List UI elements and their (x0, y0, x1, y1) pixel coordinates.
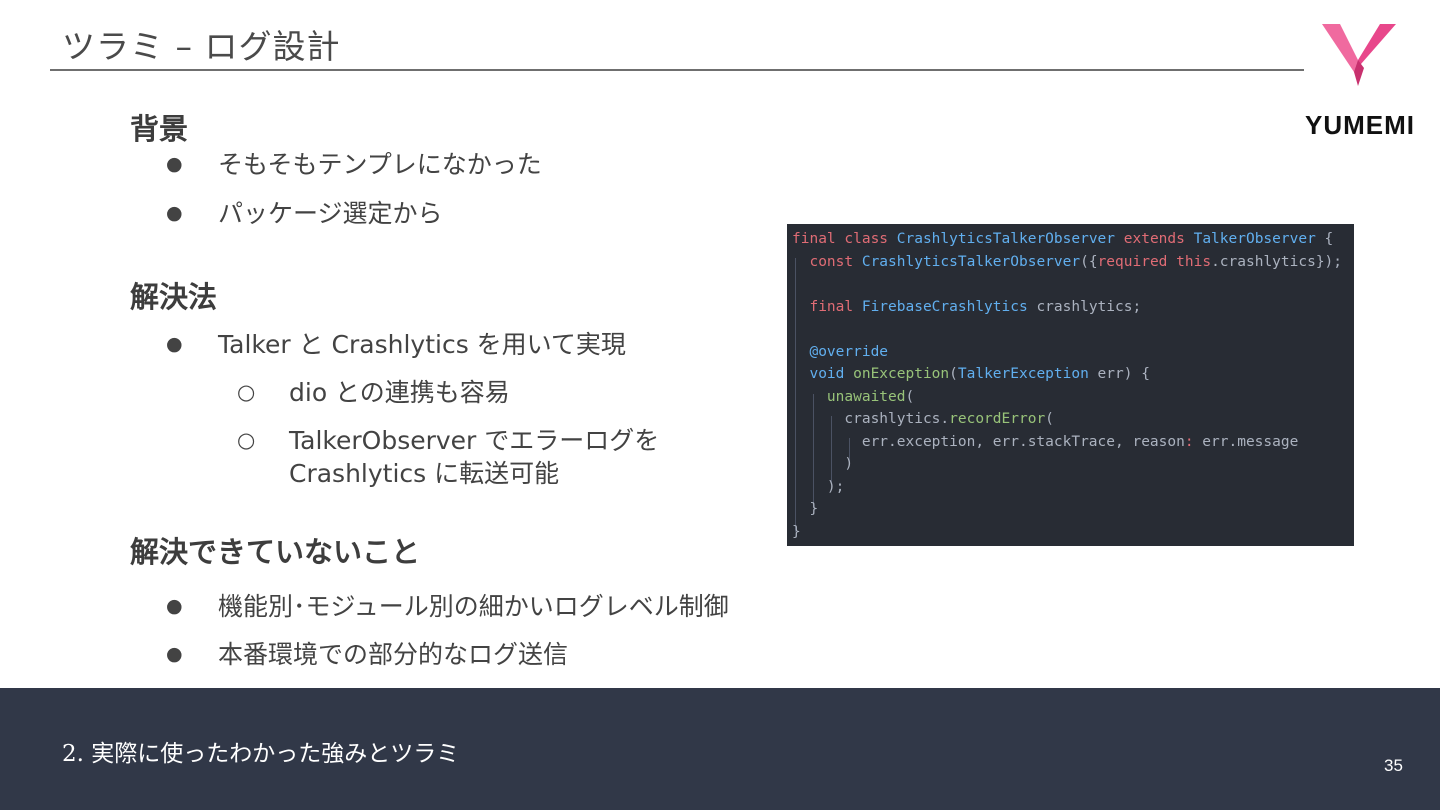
bullet-circle-icon: ○ (237, 428, 256, 452)
list-item-text: 本番環境での部分的なログ送信 (218, 640, 569, 669)
code-token: TalkerException (957, 366, 1089, 382)
code-token: err.exception, err.stackTrace, reason (792, 433, 1185, 450)
slide-title: ツラミ – ログ設計 (62, 27, 341, 66)
code-token: crashlytics. (792, 411, 950, 427)
list-item-text: パッケージ選定から (218, 199, 443, 228)
code-line: ) (792, 454, 853, 474)
code-token: CrashlyticsTalkerObserver (861, 253, 1081, 270)
code-line: } (792, 522, 801, 542)
code-token: required this (1097, 253, 1212, 270)
code-line: crashlytics.recordError( (792, 409, 1054, 429)
code-token: ) (792, 456, 854, 472)
footer-chapter-title: 2. 実際に使ったわかった強みとツラミ (62, 741, 460, 767)
code-token: err) { (1088, 366, 1150, 382)
footer-bar: 2. 実際に使ったわかった強みとツラミ 35 (0, 688, 1440, 810)
code-token: CrashlyticsTalkerObserver (896, 231, 1124, 247)
code-token: ( (949, 366, 958, 382)
code-token: @override (792, 343, 889, 360)
code-line: const CrashlyticsTalkerObserver({require… (792, 252, 1342, 272)
code-line: void onException(TalkerException err) { (792, 364, 1150, 384)
code-screenshot: final class CrashlyticsTalkerObserver ex… (787, 224, 1354, 546)
sub-list-item-text: TalkerObserver でエラーログを (289, 426, 660, 455)
list-item-text: そもそもテンプレになかった (218, 150, 542, 179)
code-token: onException (853, 366, 950, 382)
sub-list-item-text: Crashlytics に転送可能 (289, 459, 560, 488)
code-line: err.exception, err.stackTrace, reason: e… (792, 432, 1299, 452)
code-token: ( (905, 388, 915, 405)
code-token: } (792, 523, 801, 540)
code-token: ( (1045, 411, 1054, 427)
list-item-text: 機能別･モジュール別の細かいログレベル制御 (218, 592, 729, 621)
sub-list-item-text: dio との連携も容易 (289, 378, 510, 407)
section-heading-unsolved: 解決できていないこと (130, 535, 421, 569)
code-token: TalkerObserver (1193, 231, 1316, 247)
code-token: final class (792, 231, 897, 247)
page-number: 35 (1384, 756, 1403, 775)
code-line: ); (792, 477, 844, 497)
code-line: final FirebaseCrashlytics crashlytics; (792, 297, 1141, 317)
code-token: unawaited (792, 388, 906, 405)
code-token: FirebaseCrashlytics (861, 298, 1028, 315)
yumemi-logo: YUMEMI (1288, 20, 1428, 138)
code-token: : (1184, 433, 1194, 450)
yumemi-mark-icon (1322, 24, 1396, 86)
title-divider (50, 69, 1304, 71)
code-token: extends (1123, 231, 1194, 247)
bullet-dot-icon: ● (166, 333, 183, 355)
code-token: } (792, 501, 819, 517)
code-line: } (792, 499, 818, 519)
bullet-dot-icon: ● (166, 202, 183, 224)
code-token: { (1315, 231, 1334, 247)
code-token: ); (792, 478, 845, 495)
bullet-dot-icon: ● (166, 643, 183, 665)
list-item-text: Talker と Crashlytics を用いて実現 (218, 330, 626, 359)
code-token: recordError (949, 411, 1046, 427)
code-token: crashlytics; (1027, 298, 1142, 315)
code-token: err.message (1193, 433, 1299, 450)
code-line: @override (792, 342, 888, 362)
section-heading-solution: 解決法 (130, 280, 218, 314)
bullet-dot-icon: ● (166, 153, 183, 175)
code-token: final (792, 298, 862, 315)
code-line: final class CrashlyticsTalkerObserver ex… (792, 229, 1333, 249)
section-heading-background: 背景 (130, 112, 189, 146)
bullet-circle-icon: ○ (237, 380, 256, 404)
code-token: void (792, 366, 854, 382)
bullet-dot-icon: ● (166, 595, 183, 617)
logo-wordmark: YUMEMI (1305, 110, 1415, 140)
code-token: ({ (1080, 253, 1098, 270)
code-token: .crashlytics}); (1211, 253, 1343, 270)
code-token: const (792, 253, 862, 270)
code-line: unawaited( (792, 387, 914, 407)
